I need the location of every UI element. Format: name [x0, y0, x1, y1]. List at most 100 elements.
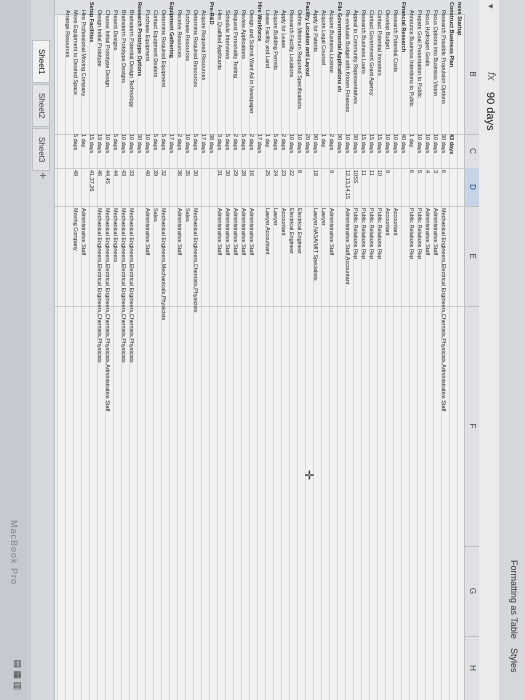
cell-b[interactable]: Acquire Business License — [327, 10, 335, 130]
cell-b[interactable]: Schedule Interviews — [223, 10, 231, 130]
name-box-icon[interactable]: ▾ — [485, 4, 496, 9]
cell-e[interactable]: Administrative Staff — [215, 208, 223, 508]
cell-e[interactable]: Lawyer,NASA/MIT Specialists — [311, 208, 319, 508]
cell-styles-button[interactable]: Styles — [509, 648, 519, 673]
cell-e[interactable]: Accountant — [391, 208, 399, 508]
cell-b[interactable]: Request Personality Testing — [231, 10, 239, 130]
cell-e[interactable]: Mechanical Engineers — [111, 208, 119, 508]
cell-c[interactable]: 5 days — [191, 134, 199, 162]
cell-b[interactable]: Lease Facility and Land — [263, 10, 271, 130]
cell-c[interactable]: 10 days — [295, 134, 303, 162]
cell-c[interactable]: 10 days — [391, 134, 399, 162]
cell-d[interactable]: 41,37,26 — [87, 170, 95, 191]
cell-d[interactable]: 28 — [239, 170, 247, 190]
cell-b[interactable]: Receive Resources — [175, 10, 183, 130]
cell-c[interactable]: 10 days — [415, 134, 423, 162]
cell-c[interactable]: 5 days — [151, 134, 159, 162]
cell-b[interactable]: Acquire Required Resources — [199, 10, 207, 130]
cell-d[interactable]: 30 — [223, 170, 231, 190]
cell-d[interactable]: 5 — [415, 170, 423, 190]
cell-d[interactable]: 23 — [279, 170, 287, 190]
column-header[interactable]: H — [465, 636, 479, 700]
cell-c[interactable]: 2 days — [247, 134, 255, 162]
cell-d[interactable]: 31 — [215, 170, 223, 190]
cell-e[interactable]: Mechanical Engineers,Electrical Engineer… — [119, 208, 127, 508]
cell-b[interactable]: Focus Hydrogen Goals — [423, 10, 431, 130]
cell-d[interactable]: 11 — [359, 170, 367, 190]
cell-b[interactable]: Determine Required Equipment — [159, 10, 167, 130]
cell-c[interactable] — [63, 134, 71, 162]
cell-d[interactable]: 3 — [431, 170, 439, 190]
sheet-tab-1[interactable]: Sheet1 — [32, 40, 50, 84]
cell-b[interactable]: Focus Options into Business Vision — [431, 10, 439, 130]
cell-b[interactable]: Determine Required Resources — [191, 10, 199, 130]
cell-c[interactable]: 5 days — [271, 134, 279, 162]
column-header[interactable]: C — [465, 134, 479, 169]
cell-e[interactable]: Electrical Engineer — [295, 208, 303, 508]
cell-c[interactable]: 10 days — [103, 134, 111, 162]
cell-b[interactable]: Purchase Equipment — [143, 10, 151, 130]
cell-c[interactable]: 19 days — [95, 134, 103, 162]
cell-c[interactable]: 5 days — [159, 134, 167, 162]
cell-d[interactable]: 6 — [439, 170, 447, 190]
cell-b[interactable]: Define Minimum Required Specifications — [295, 10, 303, 130]
cell-a[interactable]: Equipment Gathering — [167, 2, 175, 92]
cell-c[interactable]: 2 days — [327, 134, 335, 162]
cell-d[interactable]: 25 — [263, 170, 271, 190]
cell-c[interactable]: 30 days — [135, 134, 143, 162]
cell-d[interactable]: 12,13,14,15 — [343, 170, 351, 199]
cell-e[interactable]: Sales — [151, 208, 159, 508]
cell-d[interactable]: 36 — [175, 170, 183, 190]
column-header[interactable]: E — [465, 206, 479, 307]
cell-c[interactable]: 30 days — [439, 134, 447, 162]
cell-d[interactable]: 49 — [71, 170, 79, 190]
cell-b[interactable]: Arrange Resources — [63, 10, 71, 130]
cell-b[interactable]: Appeal to Community Representatives — [351, 10, 359, 130]
cell-c[interactable]: 10 days — [423, 134, 431, 162]
cell-e[interactable]: Public Relations Rep — [407, 208, 415, 508]
cell-e[interactable]: Mechanical Engineers,Electrical Engineer… — [103, 208, 111, 508]
column-header[interactable]: F — [465, 306, 479, 547]
cell-d[interactable]: 8 — [295, 170, 303, 190]
column-header[interactable]: G — [465, 546, 479, 637]
cell-a[interactable]: Pre-R&D — [207, 2, 215, 92]
cell-e[interactable]: Moving Company — [71, 208, 79, 508]
cell-d[interactable]: 22 — [287, 170, 295, 190]
cell-c[interactable]: 17 days — [255, 134, 263, 162]
cell-c[interactable]: 1 day — [407, 134, 415, 162]
cell-e[interactable]: Accountant — [383, 208, 391, 508]
cell-b[interactable]: Brainstorm Prototype Designs — [119, 10, 127, 130]
cell-c[interactable]: 2 days — [279, 134, 287, 162]
cell-b[interactable]: Choose Initial Prototype Design — [103, 10, 111, 130]
sheet-tab-2[interactable]: Sheet2 — [32, 84, 50, 128]
cell-d[interactable]: 32 — [159, 170, 167, 190]
cell-b[interactable]: Research Potential Costs — [391, 10, 399, 130]
cell-b[interactable]: Hire Qualified Applicants — [215, 10, 223, 130]
cell-c[interactable]: 1 day — [319, 134, 327, 162]
cell-d[interactable]: 46 — [95, 170, 103, 190]
cell-c[interactable]: 2 days — [231, 134, 239, 162]
cell-d[interactable]: 40 — [143, 170, 151, 190]
cell-d[interactable]: 39 — [151, 170, 159, 190]
cell-e[interactable]: Accountant — [279, 208, 287, 508]
cell-c[interactable]: 43 days — [447, 134, 455, 162]
cell-a[interactable]: Construct Business Plan — [447, 2, 455, 92]
cell-e[interactable]: Administrative Staff — [175, 208, 183, 508]
cell-d[interactable]: 24 — [271, 170, 279, 190]
cell-b[interactable]: Present Designs — [111, 10, 119, 130]
cell-a[interactable]: Hire Workforce — [255, 2, 263, 92]
cell-c[interactable]: 90 days — [311, 134, 319, 162]
cell-a[interactable]: Setup Facilities — [87, 2, 95, 92]
cell-c[interactable]: 17 days — [167, 134, 175, 162]
cell-c[interactable]: 2 days — [175, 134, 183, 162]
cell-e[interactable]: Administrative Staff — [423, 208, 431, 508]
cell-e[interactable]: Mechanical Engineers,Chemists,Physicists — [191, 208, 199, 508]
cell-c[interactable]: 15 days — [375, 134, 383, 162]
cell-e[interactable]: Administrative Staff — [247, 208, 255, 508]
cell-c[interactable]: 38 days — [207, 134, 215, 162]
cell-c[interactable]: 5 days — [223, 134, 231, 162]
cell-c[interactable]: 1 day — [263, 134, 271, 162]
cell-b[interactable]: Re-evaluate Budget with Known Finances — [343, 10, 351, 130]
cell-c[interactable]: 10 days — [183, 134, 191, 162]
cell-a[interactable]: Facility Location and Layout — [303, 2, 311, 92]
